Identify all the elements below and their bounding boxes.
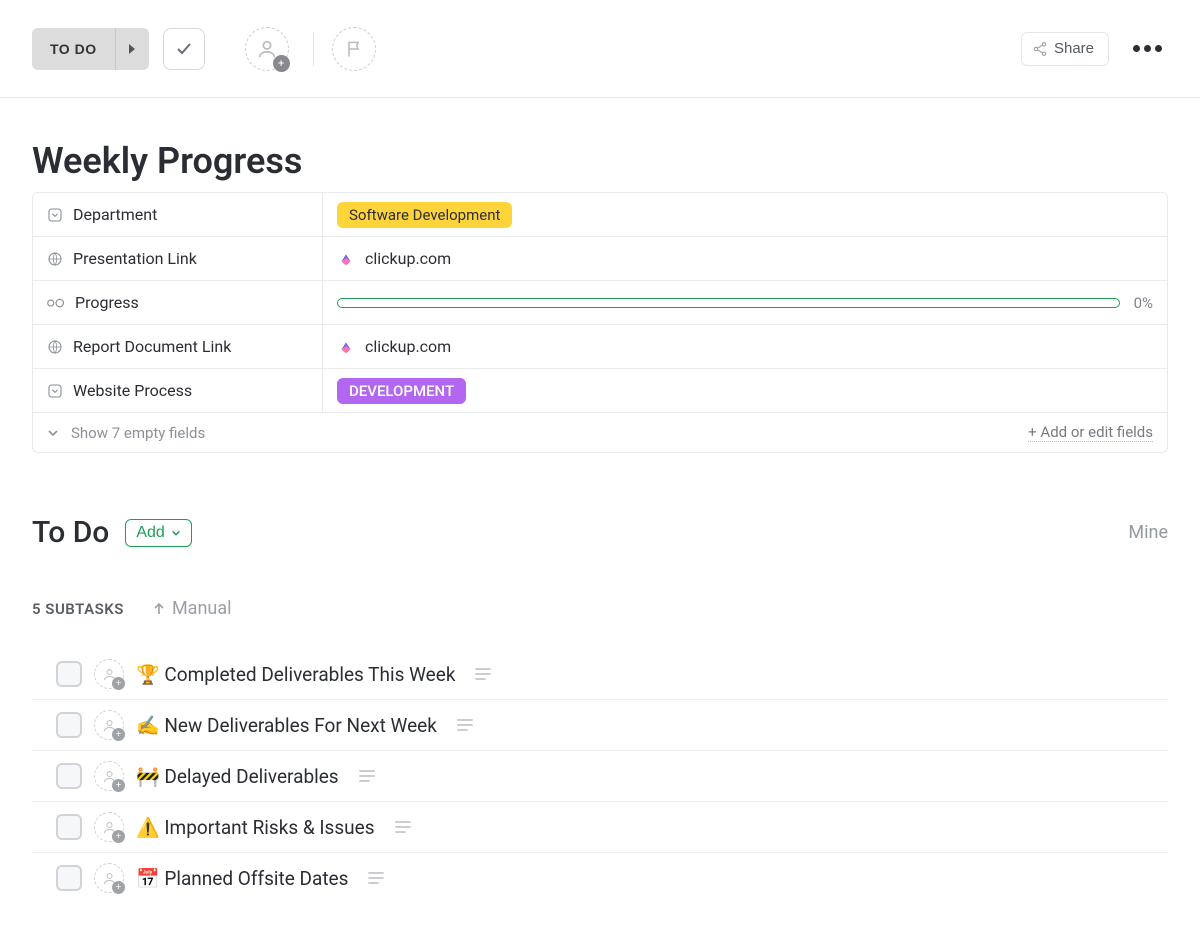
subtask-row[interactable]: + 🚧 Delayed Deliverables	[32, 751, 1168, 802]
progress-percent: 0%	[1134, 294, 1153, 312]
caret-down-icon[interactable]	[47, 427, 59, 439]
share-button[interactable]: Share	[1021, 32, 1109, 66]
status-button[interactable]: TO DO	[32, 28, 115, 70]
description-icon[interactable]	[457, 718, 473, 732]
field-value[interactable]: 0%	[323, 281, 1167, 324]
subtask-checkbox[interactable]	[56, 661, 82, 687]
add-assignee-button[interactable]: +	[245, 27, 289, 71]
filter-mine-button[interactable]: Mine	[1128, 522, 1168, 543]
share-icon	[1032, 41, 1048, 57]
caret-right-icon	[127, 43, 137, 55]
custom-fields-panel: Department Software Development Presenta…	[32, 192, 1168, 453]
plus-icon: +	[273, 55, 290, 72]
field-label: Presentation Link	[33, 237, 323, 280]
description-icon[interactable]	[359, 769, 375, 783]
todo-title: To Do	[32, 515, 109, 550]
plus-icon: +	[112, 728, 125, 741]
set-priority-button[interactable]	[332, 27, 376, 71]
field-label: Progress	[33, 281, 323, 324]
subtask-row[interactable]: + ✍️ New Deliverables For Next Week	[32, 700, 1168, 751]
website-process-tag: DEVELOPMENT	[337, 378, 466, 404]
add-edit-fields-button[interactable]: + Add or edit fields	[1028, 423, 1153, 442]
person-icon	[256, 38, 278, 60]
plus-icon: +	[112, 830, 125, 843]
description-icon[interactable]	[368, 871, 384, 885]
clickup-favicon-icon	[337, 250, 355, 268]
dropdown-field-icon	[47, 383, 63, 399]
subtask-count: 5 SUBTASKS	[32, 600, 124, 618]
plus-icon: +	[112, 881, 125, 894]
description-icon[interactable]	[395, 820, 411, 834]
subtask-checkbox[interactable]	[56, 814, 82, 840]
field-label: Website Process	[33, 369, 323, 412]
field-row-report-link: Report Document Link clickup.com	[33, 325, 1167, 369]
field-label: Report Document Link	[33, 325, 323, 368]
subtask-checkbox[interactable]	[56, 712, 82, 738]
field-row-department: Department Software Development	[33, 193, 1167, 237]
plus-icon: +	[112, 677, 125, 690]
field-value[interactable]: Software Development	[323, 193, 1167, 236]
check-icon	[175, 40, 193, 58]
flag-icon	[344, 39, 364, 59]
description-icon[interactable]	[475, 667, 491, 681]
progress-bar[interactable]	[337, 298, 1120, 308]
share-label: Share	[1054, 40, 1094, 57]
arrow-up-icon	[152, 602, 166, 616]
field-value[interactable]: clickup.com	[323, 237, 1167, 280]
assign-subtask-button[interactable]: +	[94, 761, 124, 791]
subtask-row[interactable]: + 📅 Planned Offsite Dates	[32, 853, 1168, 903]
caret-down-icon	[171, 528, 181, 538]
mark-complete-button[interactable]	[163, 28, 205, 70]
sort-button[interactable]: Manual	[152, 598, 232, 619]
clickup-favicon-icon	[337, 338, 355, 356]
progress-field-icon	[47, 297, 65, 309]
status-next-button[interactable]	[115, 28, 149, 70]
todo-section-header: To Do Add Mine	[32, 515, 1168, 550]
subtasks-meta: 5 SUBTASKS Manual	[32, 598, 1168, 619]
task-title[interactable]: Weekly Progress	[32, 140, 1168, 182]
globe-icon	[47, 339, 63, 355]
status-group: TO DO	[32, 28, 149, 70]
field-value[interactable]: DEVELOPMENT	[323, 369, 1167, 412]
subtask-name[interactable]: 🏆 Completed Deliverables This Week	[136, 663, 455, 686]
field-row-progress: Progress 0%	[33, 281, 1167, 325]
add-subtask-button[interactable]: Add	[125, 519, 191, 547]
globe-icon	[47, 251, 63, 267]
subtask-row[interactable]: + 🏆 Completed Deliverables This Week	[32, 649, 1168, 700]
link-text: clickup.com	[365, 337, 451, 356]
task-content: Weekly Progress Department Software Deve…	[0, 98, 1200, 943]
subtask-name[interactable]: 🚧 Delayed Deliverables	[136, 765, 339, 788]
subtask-row[interactable]: + ⚠️ Important Risks & Issues	[32, 802, 1168, 853]
assign-subtask-button[interactable]: +	[94, 659, 124, 689]
show-empty-fields-button[interactable]: Show 7 empty fields	[71, 424, 205, 442]
dropdown-field-icon	[47, 207, 63, 223]
department-tag: Software Development	[337, 202, 512, 228]
plus-icon: +	[112, 779, 125, 792]
divider	[313, 32, 314, 66]
subtask-checkbox[interactable]	[56, 865, 82, 891]
field-row-website-process: Website Process DEVELOPMENT	[33, 369, 1167, 413]
fields-footer: Show 7 empty fields + Add or edit fields	[33, 413, 1167, 452]
assign-subtask-button[interactable]: +	[94, 812, 124, 842]
assign-subtask-button[interactable]: +	[94, 710, 124, 740]
subtask-name[interactable]: 📅 Planned Offsite Dates	[136, 867, 348, 890]
assign-subtask-button[interactable]: +	[94, 863, 124, 893]
subtask-name[interactable]: ⚠️ Important Risks & Issues	[136, 816, 375, 839]
toolbar: TO DO + Share	[0, 0, 1200, 98]
link-text: clickup.com	[365, 249, 451, 268]
more-options-button[interactable]	[1127, 39, 1168, 58]
field-label: Department	[33, 193, 323, 236]
subtask-checkbox[interactable]	[56, 763, 82, 789]
field-row-presentation-link: Presentation Link clickup.com	[33, 237, 1167, 281]
subtask-name[interactable]: ✍️ New Deliverables For Next Week	[136, 714, 437, 737]
field-value[interactable]: clickup.com	[323, 325, 1167, 368]
subtask-list: + 🏆 Completed Deliverables This Week + ✍…	[32, 649, 1168, 903]
